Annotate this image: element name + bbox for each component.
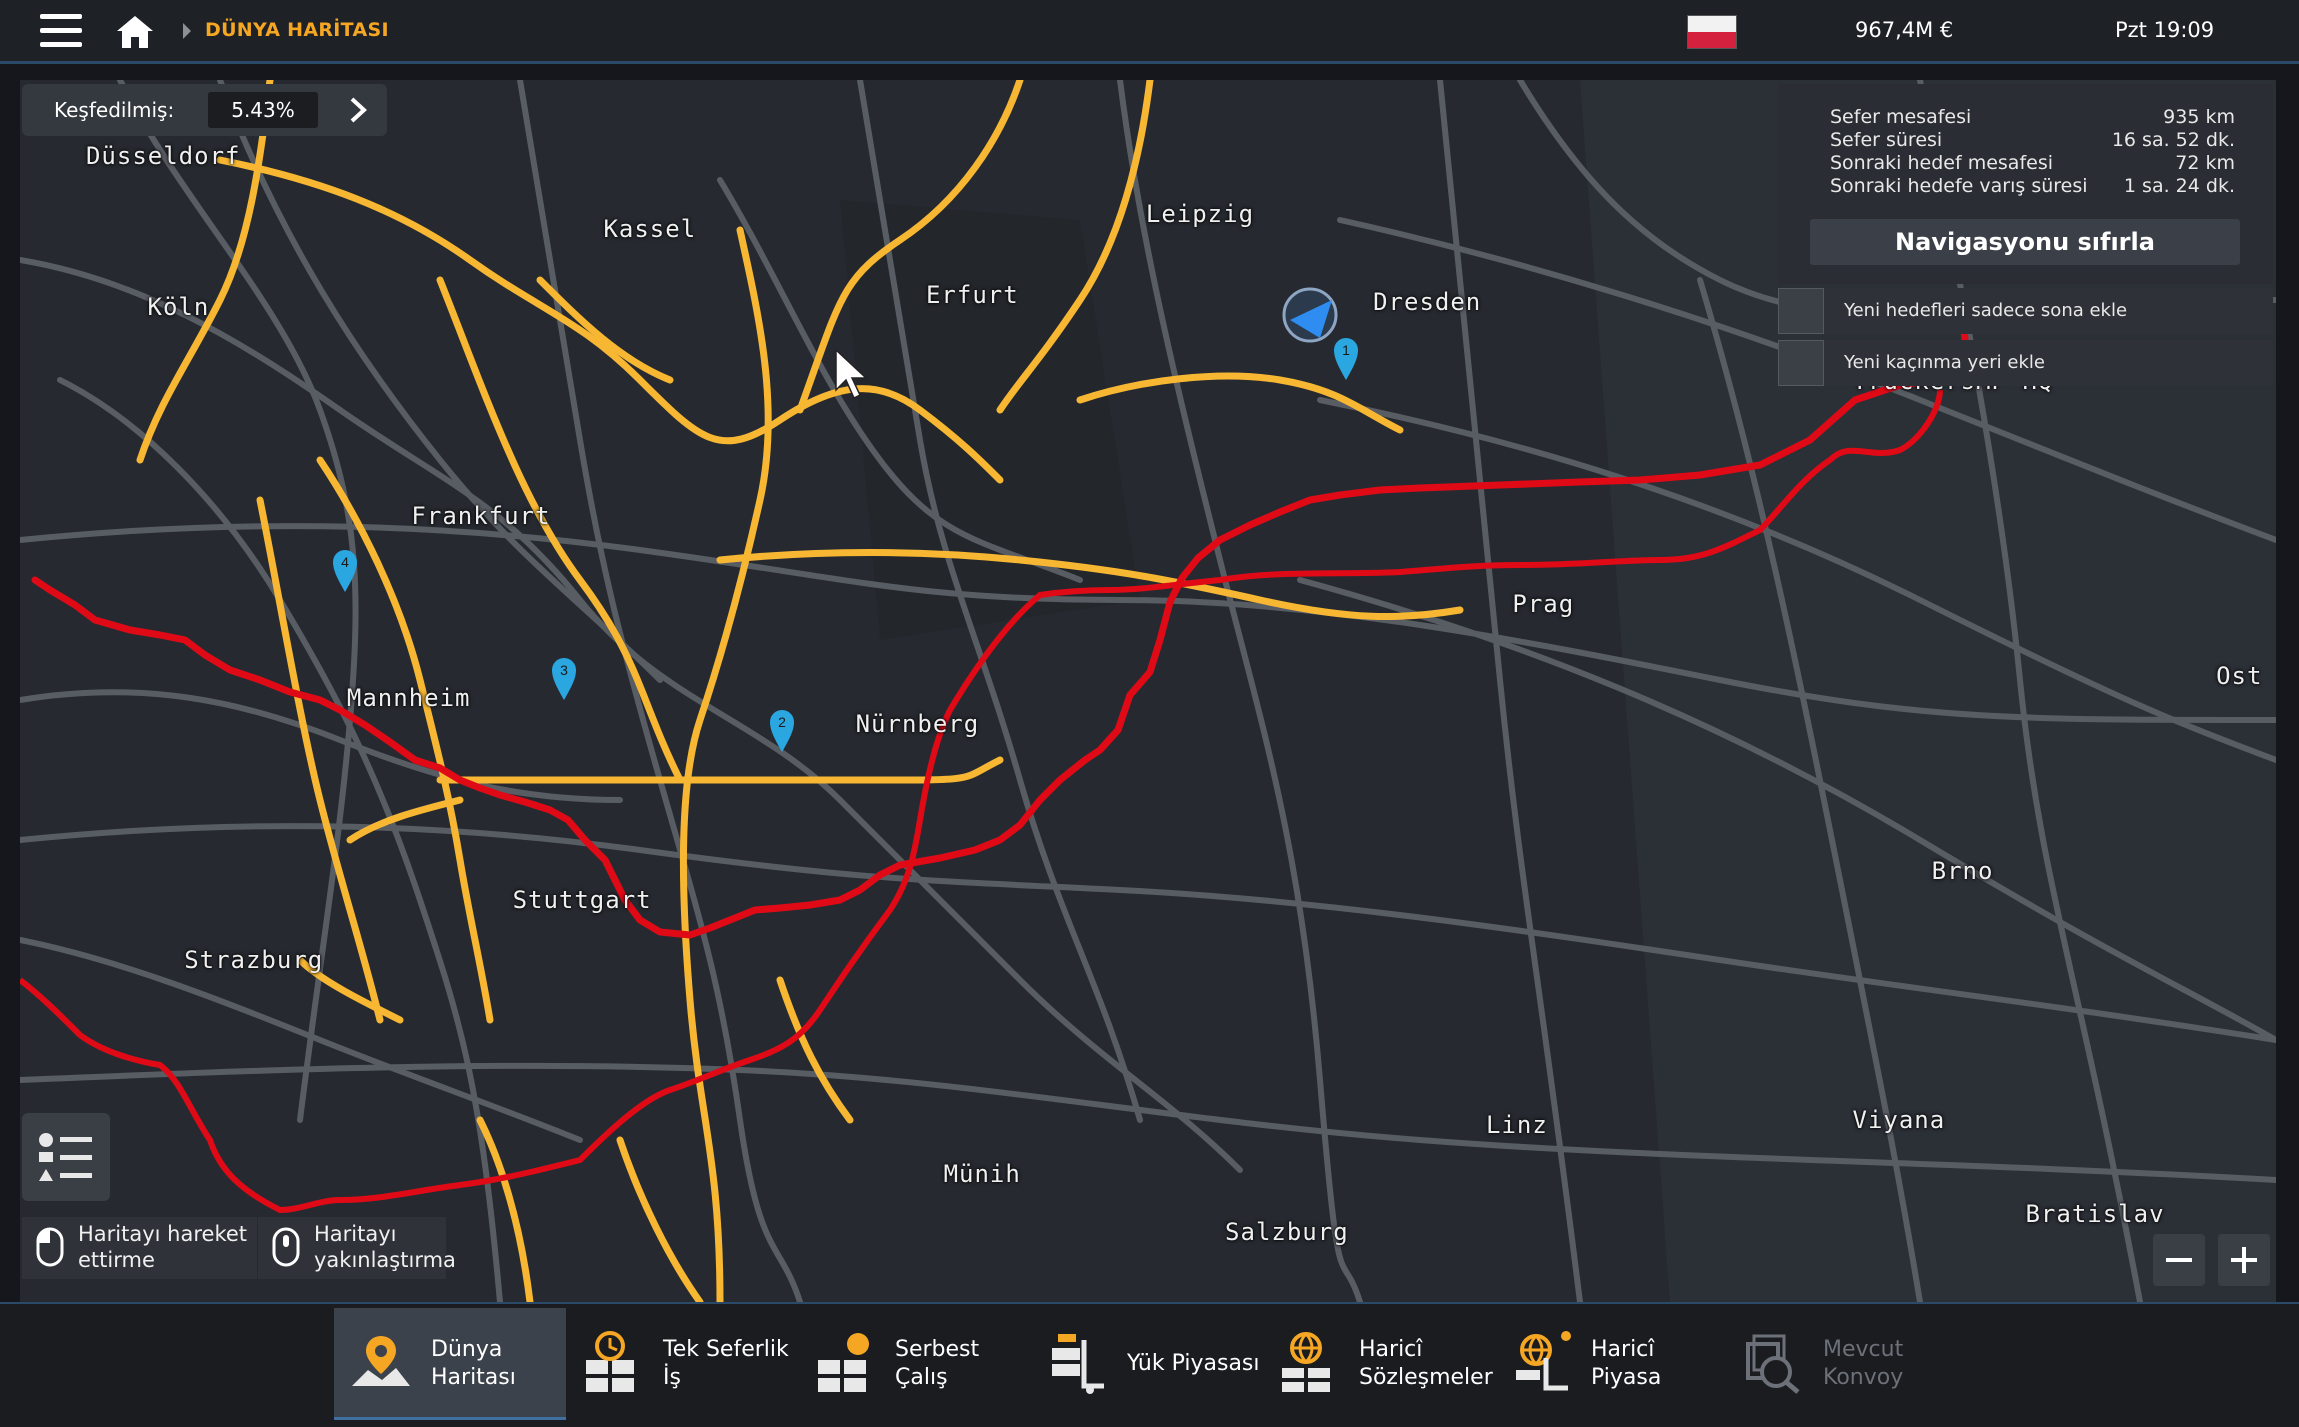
mouse-wheel-icon bbox=[272, 1227, 300, 1267]
city-label: Köln bbox=[147, 292, 210, 321]
append-destinations-checkbox[interactable] bbox=[1778, 288, 1824, 334]
explored-value: 5.43% bbox=[208, 92, 318, 128]
svg-text:1: 1 bbox=[1342, 342, 1350, 358]
world-map-icon bbox=[352, 1336, 410, 1386]
route-info-panel: Sefer mesafesi 935 km Sefer süresi 16 sa. … bbox=[1778, 84, 2273, 284]
city-label: Leipzig bbox=[1145, 200, 1255, 229]
add-avoid-point-option[interactable]: Yeni kaçınma yeri ekle bbox=[1778, 340, 2273, 386]
city-label: Prag bbox=[1512, 590, 1575, 619]
route-info-row: Sonraki hedef mesafesi 72 km bbox=[1830, 152, 2235, 174]
tab-quick-job[interactable]: Tek Seferlik İş bbox=[566, 1308, 798, 1420]
city-label: Ost bbox=[2216, 662, 2263, 690]
country-flag bbox=[1688, 16, 1736, 48]
minus-icon bbox=[2166, 1258, 2192, 1262]
city-label: Erfurt bbox=[925, 280, 1019, 309]
city-label: Kassel bbox=[603, 214, 697, 243]
city-label: Stuttgart bbox=[512, 886, 652, 915]
waypoint-marker[interactable]: 2 bbox=[770, 710, 794, 752]
city-label: Dresden bbox=[1373, 288, 1482, 317]
bottom-navigation: Dünya Haritası Tek Seferlik İş Serbest Çalı… bbox=[0, 1302, 2299, 1427]
tab-cargo-market[interactable]: Yük Piyasası bbox=[1030, 1308, 1262, 1420]
city-label: Frankfurt bbox=[411, 502, 551, 531]
mouse-cursor-icon bbox=[835, 348, 868, 400]
mouse-left-icon bbox=[36, 1227, 64, 1267]
zoom-in-button[interactable] bbox=[2218, 1234, 2270, 1286]
money-balance: 967,4M € bbox=[1855, 18, 1954, 42]
plus-icon bbox=[2231, 1247, 2257, 1273]
route-info-row: Sonraki hedefe varış süresi 1 sa. 24 dk. bbox=[1830, 175, 2235, 197]
freight-market-icon bbox=[818, 1333, 869, 1392]
append-destinations-option[interactable]: Yeni hedefleri sadece sona ekle bbox=[1778, 288, 2273, 334]
hint-zoom-map: Haritayı yakınlaştırma bbox=[258, 1217, 456, 1279]
route-info-row: Sefer mesafesi 935 km bbox=[1830, 106, 2235, 128]
city-label: Viyana bbox=[1852, 1106, 1946, 1135]
city-label: Düsseldorf bbox=[85, 141, 241, 170]
city-label: Linz bbox=[1486, 1110, 1548, 1139]
notification-dot-icon bbox=[1561, 1331, 1571, 1341]
tab-external-contracts[interactable]: Haricî Sözleşmeler bbox=[1262, 1308, 1494, 1420]
svg-text:4: 4 bbox=[341, 554, 349, 570]
route-info-row: Sefer süresi 16 sa. 52 dk. bbox=[1830, 129, 2235, 151]
tab-external-market[interactable]: Haricî Piyasa bbox=[1494, 1308, 1726, 1420]
quick-job-icon bbox=[586, 1331, 634, 1392]
city-label: Münih bbox=[943, 1160, 1021, 1189]
chevron-right-icon bbox=[183, 23, 191, 39]
game-time: Pzt 19:09 bbox=[2115, 18, 2215, 42]
city-label: Nürnberg bbox=[855, 710, 980, 739]
tab-current-convoy[interactable]: Mevcut Konvoy bbox=[1726, 1308, 1958, 1420]
city-label: Bratislav bbox=[2025, 1200, 2165, 1229]
city-label: Mannheim bbox=[346, 683, 471, 712]
legend-list-icon bbox=[39, 1133, 92, 1181]
svg-text:3: 3 bbox=[560, 662, 568, 678]
city-label: Salzburg bbox=[1225, 1217, 1349, 1246]
cargo-market-icon bbox=[1052, 1334, 1104, 1394]
hint-move-map: Haritayı hareket ettirme bbox=[22, 1217, 257, 1279]
breadcrumb: DÜNYA HARİTASI bbox=[205, 19, 389, 41]
tab-world-map[interactable]: Dünya Haritası bbox=[334, 1308, 566, 1420]
home-icon[interactable] bbox=[115, 14, 155, 50]
zoom-out-button[interactable] bbox=[2153, 1234, 2205, 1286]
waypoint-marker[interactable]: 4 bbox=[333, 550, 357, 592]
top-bar: DÜNYA HARİTASI 967,4M € Pzt 19:09 bbox=[0, 0, 2299, 64]
map-legend-button[interactable] bbox=[22, 1113, 110, 1201]
add-avoid-point-checkbox[interactable] bbox=[1778, 340, 1824, 386]
city-label: Strazburg bbox=[184, 946, 324, 975]
waypoint-marker[interactable]: 1 bbox=[1334, 338, 1358, 380]
explored-label: Keşfedilmiş: bbox=[54, 98, 175, 122]
chevron-right-icon[interactable] bbox=[347, 96, 369, 124]
external-contracts-icon bbox=[1282, 1332, 1330, 1392]
reset-navigation-button[interactable]: Navigasyonu sıfırla bbox=[1810, 219, 2240, 265]
explored-panel: Keşfedilmiş: 5.43% bbox=[22, 84, 387, 136]
hamburger-menu-icon[interactable] bbox=[40, 14, 82, 50]
convoy-icon bbox=[1746, 1334, 1800, 1394]
city-label: Brno bbox=[1931, 856, 1994, 885]
external-market-icon bbox=[1516, 1331, 1571, 1391]
svg-text:2: 2 bbox=[778, 714, 786, 730]
waypoint-marker[interactable]: 3 bbox=[552, 658, 576, 700]
tab-freight-market[interactable]: Serbest Çalış bbox=[798, 1308, 1030, 1420]
